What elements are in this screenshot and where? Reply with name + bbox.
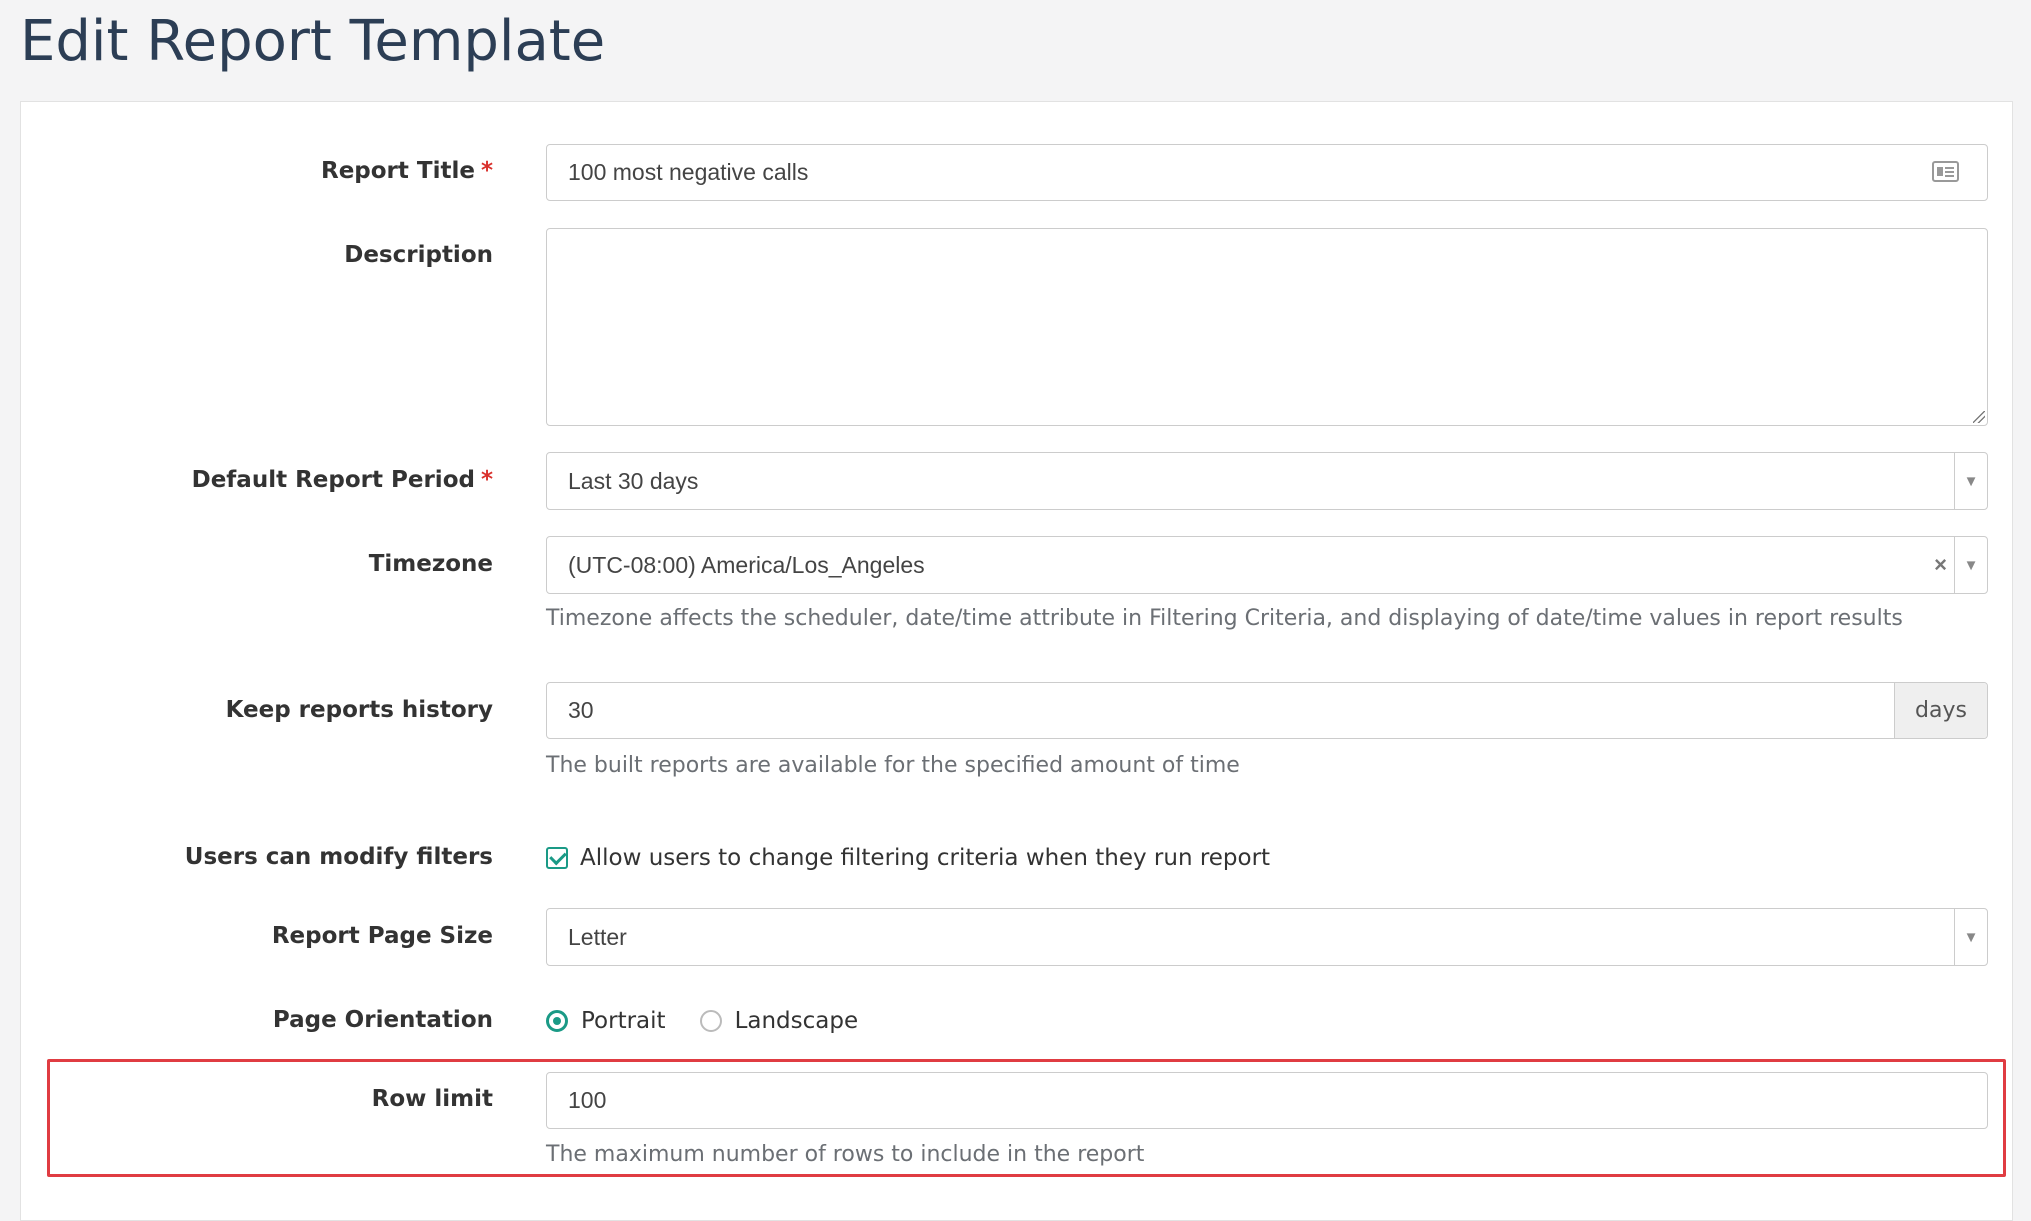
- keep-history-field[interactable]: days: [546, 682, 1988, 739]
- users-modify-checkbox-label[interactable]: Allow users to change filtering criteria…: [580, 845, 1270, 871]
- portrait-label[interactable]: Portrait: [581, 1008, 666, 1034]
- landscape-option[interactable]: Landscape: [699, 1008, 859, 1034]
- timezone-select[interactable]: (UTC-08:00) America/Los_Angeles × ▼: [546, 536, 1988, 594]
- radio-unselected-icon[interactable]: [699, 1010, 722, 1032]
- users-modify-label: Users can modify filters: [184, 844, 493, 870]
- keep-history-input[interactable]: [547, 683, 1895, 738]
- clear-icon[interactable]: ×: [1934, 537, 1947, 593]
- report-title-label: Report Title *: [320, 158, 493, 184]
- chevron-down-icon[interactable]: ▼: [1954, 453, 1987, 509]
- users-modify-checkbox-row[interactable]: Allow users to change filtering criteria…: [546, 845, 1270, 871]
- report-title-input[interactable]: [547, 145, 1987, 200]
- page-orientation-label: Page Orientation: [272, 1007, 493, 1033]
- default-report-period-label: Default Report Period *: [191, 467, 493, 493]
- keep-history-label: Keep reports history: [225, 697, 493, 723]
- page-title: Edit Report Template: [20, 9, 606, 74]
- radio-selected-icon[interactable]: [546, 1010, 568, 1032]
- page-size-label: Report Page Size: [271, 923, 493, 949]
- row-limit-highlight: [47, 1059, 2006, 1177]
- timezone-label: Timezone: [368, 551, 493, 577]
- resize-grip-icon[interactable]: [1973, 411, 1985, 423]
- default-report-period-value: Last 30 days: [568, 468, 699, 494]
- report-title-field[interactable]: [546, 144, 1988, 201]
- timezone-value: (UTC-08:00) America/Los_Angeles: [568, 552, 925, 578]
- landscape-label[interactable]: Landscape: [735, 1008, 859, 1034]
- contact-card-icon[interactable]: [1932, 161, 1959, 182]
- page-size-select[interactable]: Letter ▼: [546, 908, 1988, 966]
- timezone-help: Timezone affects the scheduler, date/tim…: [546, 606, 1903, 631]
- required-mark: *: [480, 467, 493, 493]
- days-addon: days: [1894, 683, 1987, 738]
- checkbox-checked-icon[interactable]: [546, 847, 568, 869]
- default-report-period-select[interactable]: Last 30 days ▼: [546, 452, 1988, 510]
- keep-history-help: The built reports are available for the …: [546, 753, 1240, 778]
- page-size-value: Letter: [568, 924, 627, 950]
- description-textarea[interactable]: [547, 229, 1987, 425]
- description-field[interactable]: [546, 228, 1988, 426]
- chevron-down-icon[interactable]: ▼: [1954, 537, 1987, 593]
- page-orientation-options: Portrait Landscape: [546, 1008, 892, 1034]
- portrait-option[interactable]: Portrait: [546, 1008, 666, 1034]
- description-label: Description: [344, 242, 493, 268]
- chevron-down-icon[interactable]: ▼: [1954, 909, 1987, 965]
- required-mark: *: [480, 158, 493, 184]
